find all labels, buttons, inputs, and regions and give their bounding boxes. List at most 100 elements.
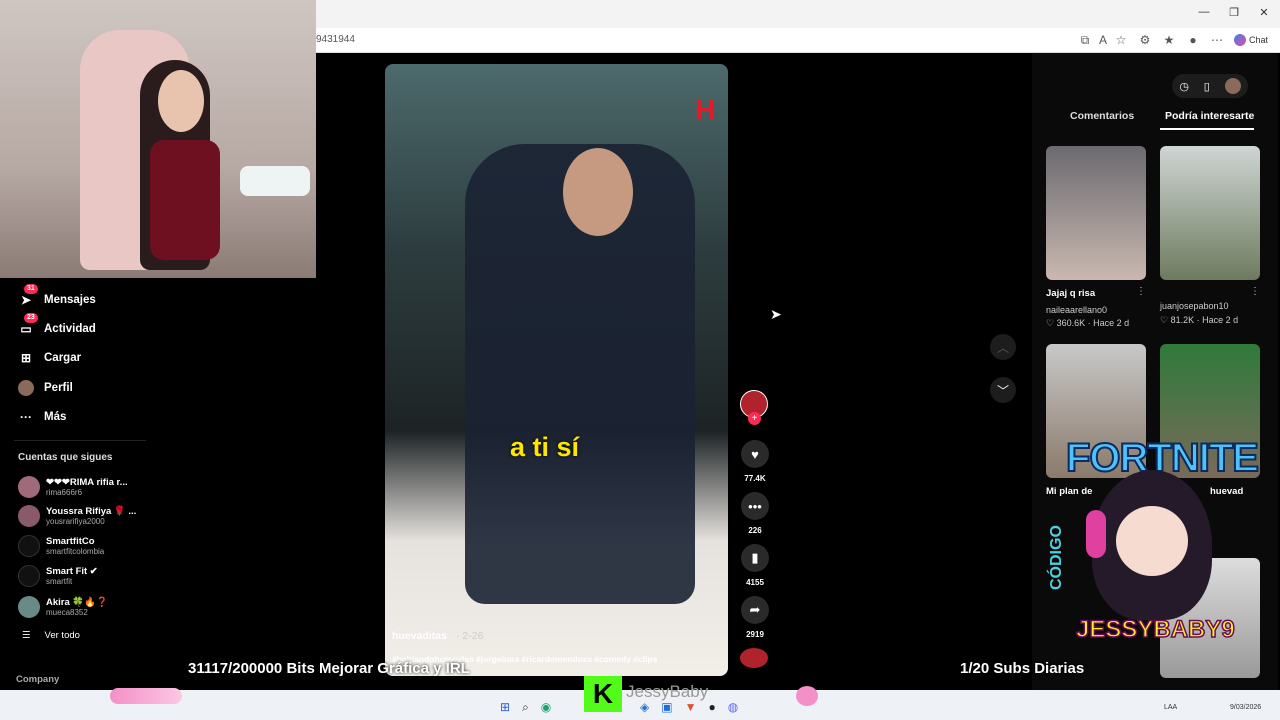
account-name: Youssra Rifiya 🌹 ... (46, 505, 137, 517)
timer-icon[interactable]: ◷ (1179, 80, 1189, 93)
followed-account[interactable]: SmartfitCo smartfitcolombia (18, 533, 104, 559)
extensions-icon[interactable]: ⚙ (1136, 31, 1154, 49)
edge-icon[interactable]: ◉ (541, 700, 551, 715)
video-thumbnail[interactable] (1046, 146, 1146, 280)
creator-code: JESSYBABY9 (1075, 615, 1235, 644)
scroll-up-button[interactable]: ︿ (990, 334, 1016, 360)
panel-controls[interactable]: ◷ ▯ (1172, 74, 1248, 98)
taskbar-apps-right: ◈ ▣ ▼ ● ◍ (640, 700, 738, 714)
taskbar-apps: ⊞ ⌕ ◉ (500, 700, 551, 715)
sidebar-item-label: Perfil (44, 382, 73, 394)
menu-icon[interactable]: ⋯ (1208, 31, 1226, 49)
profile-icon[interactable]: ● (1184, 31, 1202, 49)
close-icon[interactable]: ✕ (1254, 6, 1274, 22)
tab-comments[interactable]: Comentarios (1070, 110, 1134, 122)
decor-bar (110, 688, 182, 704)
account-username: yousrarifiya2000 (46, 516, 105, 526)
video-card-stats: ♡ 360.6K · Hace 2 d (1046, 318, 1130, 328)
comment-icon: ••• (741, 492, 769, 520)
webcam-overlay (0, 0, 316, 278)
active-tab-indicator (1160, 128, 1254, 130)
sidebar-item-label: Mensajes (44, 294, 96, 306)
favorites-icon[interactable]: ★ (1160, 31, 1178, 49)
more-options-icon[interactable]: ⋮ (1136, 286, 1146, 297)
decor-dot (796, 686, 818, 706)
store-icon[interactable]: ▣ (661, 700, 672, 714)
minimize-icon[interactable]: — (1194, 6, 1214, 22)
sidebar-item-messages[interactable]: ➤ 31 Mensajes (18, 284, 96, 311)
taskbar-date[interactable]: 9/03/2026 (1230, 704, 1261, 711)
star-icon[interactable]: ☆ (1112, 31, 1130, 49)
avatar-icon (18, 380, 34, 396)
bookmark-count: 4155 (746, 578, 764, 587)
video-card-user[interactable]: naileaarellano0 (1046, 305, 1107, 315)
followed-account[interactable]: Youssra Rifiya 🌹 ... yousrarifiya2000 (18, 503, 136, 529)
like-button[interactable]: ♥ 77.4K (740, 440, 770, 483)
avatar (18, 535, 40, 557)
account-name: SmartfitCo (46, 535, 95, 547)
music-disc-icon[interactable] (740, 648, 768, 668)
restore-icon[interactable]: ❐ (1224, 6, 1244, 22)
list-icon: ☰ (22, 630, 31, 641)
video-card-title[interactable]: Mi plan de (1046, 486, 1092, 497)
tab-icon[interactable]: ⧉ (1076, 31, 1094, 49)
followed-account[interactable]: Smart Fit ✔ smartfit (18, 563, 98, 589)
messages-badge: 31 (24, 284, 38, 294)
outlook-icon[interactable]: ◈ (640, 700, 649, 714)
follow-plus-icon[interactable]: + (748, 412, 761, 425)
share-icon: ➦ (741, 596, 769, 624)
language-indicator[interactable]: LAA (1164, 704, 1177, 711)
comment-button[interactable]: ••• 226 (740, 492, 770, 535)
brave-icon[interactable]: ▼ (685, 700, 697, 714)
sidebar-item-profile[interactable]: Perfil (18, 377, 73, 399)
bookmark-icon: ▮ (741, 544, 769, 572)
see-all-label: Ver todo (44, 630, 80, 641)
video-thumbnail[interactable] (1160, 146, 1260, 280)
video-subtitle: a ti sí (510, 432, 580, 462)
avatar[interactable] (1224, 78, 1241, 94)
url-text[interactable]: 9431944 (316, 34, 355, 45)
obs-icon[interactable]: ● (708, 700, 715, 714)
chevron-down-icon: ﹀ (996, 383, 1009, 398)
comment-count: 226 (748, 526, 762, 535)
video-card-title[interactable]: Jajaj q risa (1046, 288, 1095, 299)
account-name: Akira 🍀🔥❓ (46, 596, 108, 608)
followed-account[interactable]: ❤❤❤RIMA rifia r... rima666r6 (18, 474, 128, 500)
followed-account[interactable]: Akira 🍀🔥❓ mueca8352 (18, 594, 108, 620)
windows-icon[interactable]: ⊞ (500, 700, 510, 715)
copilot-icon (1234, 34, 1246, 46)
video-player[interactable]: H (385, 64, 728, 676)
video-card-user[interactable]: juanjosepabon10 (1160, 301, 1229, 311)
sidebar-item-label: Más (44, 411, 67, 423)
share-button[interactable]: ➦ 2919 (740, 596, 770, 639)
video-author[interactable]: huevaditas (392, 630, 447, 642)
discord-icon[interactable]: ◍ (728, 700, 738, 714)
video-date: · 2-26 (456, 630, 484, 642)
like-count: 77.4K (744, 474, 766, 483)
copilot-chat-button[interactable]: Chat (1234, 34, 1268, 46)
avatar (18, 476, 40, 498)
kick-logo: K (584, 676, 622, 712)
video-card-title[interactable]: huevad (1210, 486, 1243, 497)
more-options-icon[interactable]: ⋮ (1250, 286, 1260, 297)
kick-username: JessyBaby (626, 682, 709, 701)
account-username: rima666r6 (46, 487, 83, 497)
search-icon[interactable]: ⌕ (522, 700, 529, 715)
mouse-cursor-icon: ➤ (770, 306, 782, 322)
bits-goal: 31117/200000 Bits Mejorar Gráfica y IRL (188, 660, 470, 677)
sidebar-item-activity[interactable]: ▭ 23 Actividad (18, 313, 96, 340)
streamer-top (150, 140, 220, 260)
avatar (18, 596, 40, 618)
scroll-down-button[interactable]: ﹀ (990, 377, 1016, 403)
sidebar-item-upload[interactable]: ⊞ Cargar (18, 347, 81, 369)
subs-goal: 1/20 Subs Diarias (960, 660, 1085, 677)
phone-icon[interactable]: ▯ (1204, 80, 1210, 93)
sidebar-item-more[interactable]: ··· Más (18, 406, 66, 428)
see-all-link[interactable]: ☰ Ver todo (22, 630, 80, 641)
translate-icon[interactable]: A (1094, 31, 1112, 49)
account-name: ❤❤❤RIMA rifia r... (46, 476, 128, 488)
bookmark-button[interactable]: ▮ 4155 (740, 544, 770, 587)
tab-suggested[interactable]: Podría interesarte (1165, 110, 1254, 122)
company-link[interactable]: Company (16, 674, 59, 685)
share-count: 2919 (746, 630, 764, 639)
